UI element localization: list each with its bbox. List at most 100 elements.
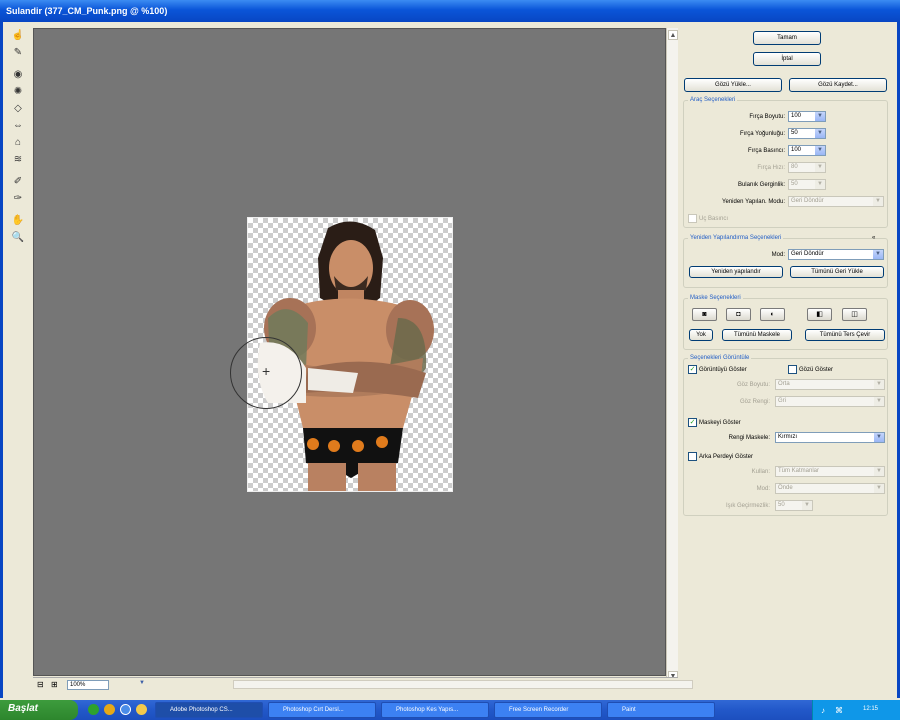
chevron-down-icon[interactable]: ▼: [873, 250, 883, 259]
mesh-size-label: Göz Boyutu:: [736, 382, 770, 388]
window-title: Sulandir (377_CM_Punk.png @ %100): [0, 0, 900, 22]
mask-all-button[interactable]: Tümünü Maskele: [722, 329, 792, 341]
system-tray: ♪ ⌘ 12:15: [812, 700, 900, 720]
mask-mode-buttons: ◙ ◘ ◐ ◧ ◫: [692, 308, 882, 321]
mask-options-section: [683, 298, 888, 350]
rebuild-mode-select-2[interactable]: Geri Döndür ▼: [788, 249, 884, 260]
status-bar: ⊟ ⊞ 100% ▼: [33, 677, 693, 691]
collapse-icon[interactable]: «: [872, 235, 875, 241]
tool-options-title: Araç Seçenekleri: [688, 97, 738, 103]
invert-all-button[interactable]: Tümünü Ters Çevir: [805, 329, 885, 341]
chevron-down-icon[interactable]: ▼: [137, 680, 147, 690]
chevron-down-icon: ▼: [815, 180, 825, 189]
task-recorder[interactable]: Free Screen Recorder: [494, 702, 602, 718]
zoom-level-field[interactable]: 100%: [67, 680, 109, 690]
rebuild-mode-label: Yeniden Yapılan. Modu:: [722, 199, 785, 205]
reconstruct-icon[interactable]: ✎: [11, 47, 25, 59]
backdrop-use-select: Tüm Katmanlar ▼: [775, 466, 885, 477]
chevron-down-icon: ▼: [874, 397, 884, 406]
chevron-down-icon: ▼: [802, 501, 812, 510]
add-to-selection-icon[interactable]: ◘: [726, 308, 751, 321]
rebuild-options-section: [683, 238, 888, 288]
backdrop-mode-select: Önde ▼: [775, 483, 885, 494]
turbulence-icon[interactable]: ≋: [11, 154, 25, 166]
save-mesh-button[interactable]: Gözü Kaydet...: [789, 78, 887, 92]
chevron-down-icon: ▼: [874, 484, 884, 493]
freeze-mask-icon[interactable]: ✐: [11, 176, 25, 188]
vertical-scrollbar[interactable]: ▲ ▼: [666, 28, 678, 683]
show-backdrop-checkbox[interactable]: Arka Perdeyi Göster: [688, 452, 753, 461]
forward-warp-icon[interactable]: ☝: [11, 30, 25, 42]
chevron-down-icon[interactable]: ▼: [874, 433, 884, 442]
mask-color-select[interactable]: Kırmızı ▼: [775, 432, 885, 443]
show-image-checkbox[interactable]: ✓ Görüntüyü Göster: [688, 365, 747, 374]
rebuild-button[interactable]: Yeniden yapılandır: [689, 266, 783, 278]
volume-icon[interactable]: ♪: [821, 706, 825, 715]
intersect-selection-icon[interactable]: ◧: [807, 308, 832, 321]
options-panel: Tamam İptal Gözü Yükle... Gözü Kaydet...…: [680, 28, 894, 683]
scroll-up-icon[interactable]: ▲: [668, 30, 678, 40]
mask-none-button[interactable]: Yok: [689, 329, 713, 341]
backdrop-mode-label: Mod:: [756, 486, 770, 492]
chevron-down-icon: ▼: [874, 380, 884, 389]
taskbar: Başlat Adobe Photoshop CS... Photoshop C…: [0, 700, 900, 720]
chevron-down-icon: ▼: [815, 163, 825, 172]
ok-button[interactable]: Tamam: [753, 31, 821, 45]
rebuild-options-title: Yeniden Yapılandırma Seçenekleri: [688, 235, 784, 241]
restore-all-button[interactable]: Tümünü Geri Yükle: [790, 266, 884, 278]
backdrop-use-label: Kullan:: [751, 469, 770, 475]
desktop-icon[interactable]: [88, 704, 99, 715]
browser-icon[interactable]: [120, 704, 131, 715]
media-icon[interactable]: [104, 704, 115, 715]
backdrop-opacity-label: Işık Geçirmezlik:: [725, 503, 770, 509]
invert-selection-icon[interactable]: ◫: [842, 308, 867, 321]
tool-palette: ☝ ✎ ◉ ✺ ◇ ⇔ ⌂ ≋ ✐ ✑ ✋ 🔍: [8, 30, 28, 680]
pucker-icon[interactable]: ✺: [11, 86, 25, 98]
hand-icon[interactable]: ✋: [11, 215, 25, 227]
thaw-mask-icon[interactable]: ✑: [11, 193, 25, 205]
zoom-icon[interactable]: 🔍: [11, 232, 25, 244]
task-paint[interactable]: Paint: [607, 702, 715, 718]
chevron-down-icon[interactable]: ▼: [815, 129, 825, 138]
show-mesh-checkbox[interactable]: Gözü Göster: [788, 365, 833, 374]
push-left-icon[interactable]: ⇔: [11, 120, 25, 132]
backdrop-opacity-field: 50 ▼: [775, 500, 813, 511]
mesh-color-select: Gri ▼: [775, 396, 885, 407]
preview-canvas[interactable]: +: [33, 28, 666, 676]
network-icon[interactable]: ⌘: [835, 706, 843, 715]
start-button[interactable]: Başlat: [0, 700, 78, 720]
turbulent-jitter-label: Bulanık Gerginlik:: [737, 182, 785, 188]
mask-color-label: Rengi Maskele:: [728, 435, 770, 441]
mesh-color-label: Göz Rengi:: [739, 399, 770, 405]
brush-size-field[interactable]: 100 ▼: [788, 111, 826, 122]
zoom-out-icon[interactable]: ⊟: [37, 680, 44, 689]
task-browser-2[interactable]: Photoshop Kes Yapıs...: [381, 702, 489, 718]
brush-pressure-field[interactable]: 100 ▼: [788, 145, 826, 156]
mirror-icon[interactable]: ⌂: [11, 137, 25, 149]
zoom-in-icon[interactable]: ⊞: [51, 680, 58, 689]
folder-icon[interactable]: [136, 704, 147, 715]
stylus-pressure-checkbox: Uç Basıncı: [688, 214, 728, 223]
chevron-down-icon[interactable]: ▼: [815, 146, 825, 155]
replace-selection-icon[interactable]: ◙: [692, 308, 717, 321]
check-icon: ✓: [688, 365, 697, 374]
bloat-icon[interactable]: ◇: [11, 103, 25, 115]
chevron-down-icon: ▼: [873, 197, 883, 206]
check-icon: ✓: [688, 418, 697, 427]
crosshair-icon: +: [262, 363, 271, 379]
twirl-icon[interactable]: ◉: [11, 69, 25, 81]
load-mesh-button[interactable]: Gözü Yükle...: [684, 78, 782, 92]
subtract-selection-icon[interactable]: ◐: [760, 308, 785, 321]
brush-rate-label: Fırça Hızı:: [757, 165, 785, 171]
clock[interactable]: 12:15: [863, 706, 878, 712]
chevron-down-icon: ▼: [874, 467, 884, 476]
view-options-title: Seçenekleri Görüntüle: [688, 355, 752, 361]
brush-density-label: Fırça Yoğunluğu:: [739, 131, 785, 137]
task-browser-1[interactable]: Photoshop Cırt Dersl...: [268, 702, 376, 718]
brush-density-field[interactable]: 50 ▼: [788, 128, 826, 139]
show-mask-checkbox[interactable]: ✓ Maskeyi Göster: [688, 418, 741, 427]
task-photoshop[interactable]: Adobe Photoshop CS...: [155, 702, 263, 718]
cancel-button[interactable]: İptal: [753, 52, 821, 66]
horizontal-scrollbar[interactable]: [233, 680, 693, 689]
chevron-down-icon[interactable]: ▼: [815, 112, 825, 121]
